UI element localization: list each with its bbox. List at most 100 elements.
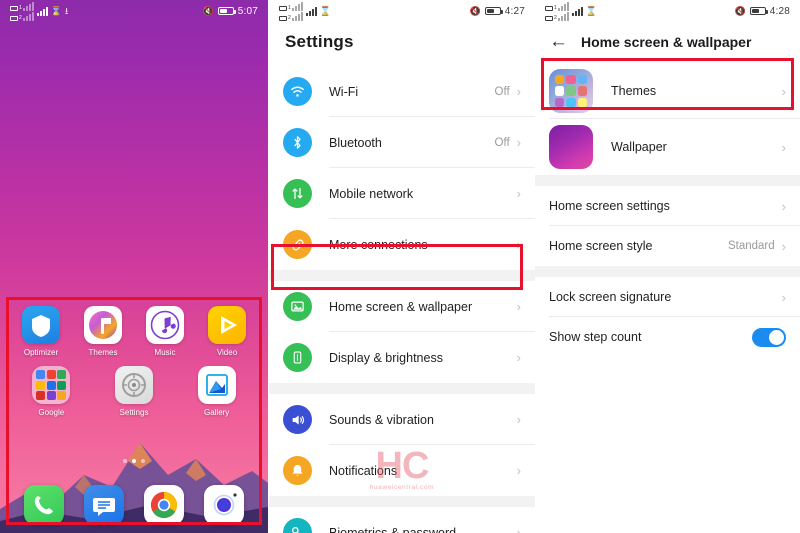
page-dot[interactable] xyxy=(141,459,145,463)
settings-item-sounds-vibration[interactable]: Sounds & vibration › xyxy=(269,394,535,445)
settings-item-bluetooth[interactable]: Bluetooth Off › xyxy=(269,117,535,168)
section-divider xyxy=(269,496,535,507)
silent-icon: 🔇 xyxy=(202,5,214,16)
chevron-right-icon: › xyxy=(516,412,521,427)
signal-bars-icon xyxy=(36,6,48,16)
bell-glyph xyxy=(292,464,303,476)
sub-item-wallpaper[interactable]: Wallpaper › xyxy=(535,119,800,175)
notifications-icon xyxy=(283,456,312,485)
sub-item-home-screen-settings[interactable]: Home screen settings › xyxy=(535,186,800,226)
app-video[interactable]: Video xyxy=(201,306,253,358)
phone-icon[interactable] xyxy=(24,485,64,525)
section-divider xyxy=(269,270,535,281)
app-optimizer[interactable]: Optimizer xyxy=(15,306,67,358)
settings-item-label: Display & brightness xyxy=(329,350,443,365)
home-screen-icon xyxy=(283,292,312,321)
settings-item-label: Mobile network xyxy=(329,186,414,201)
sub-item-home-screen-style[interactable]: Home screen style Standard › xyxy=(535,226,800,266)
link-glyph xyxy=(292,239,303,250)
page-title: Settings xyxy=(285,32,354,51)
app-themes[interactable]: Themes xyxy=(77,306,129,358)
settings-item-wifi[interactable]: Wi-Fi Off › xyxy=(269,66,535,117)
settings-icon xyxy=(114,366,153,404)
app-gallery[interactable]: Gallery xyxy=(191,366,243,418)
mobile-network-icon xyxy=(283,179,312,208)
sub-item-label: Show step count xyxy=(549,330,642,344)
chevron-right-icon: › xyxy=(516,525,521,533)
chevron-right-icon: › xyxy=(781,289,786,305)
page-dot-active[interactable] xyxy=(132,459,136,463)
home-dock xyxy=(0,485,268,525)
chevron-right-icon: › xyxy=(516,237,521,252)
settings-item-home-screen-wallpaper[interactable]: Home screen & wallpaper › xyxy=(269,281,535,332)
message-bubble-glyph xyxy=(93,498,115,516)
hourglass-icon: ⌛ xyxy=(585,5,597,16)
video-icon xyxy=(208,306,246,344)
settings-item-label: Bluetooth xyxy=(329,135,382,150)
messages-icon[interactable] xyxy=(84,485,124,525)
settings-item-label: Home screen & wallpaper xyxy=(329,299,473,314)
app-label: Video xyxy=(216,348,238,357)
chrome-icon[interactable] xyxy=(144,485,184,525)
play-triangle-glyph xyxy=(221,316,237,334)
chevron-right-icon: › xyxy=(781,139,786,155)
app-label: Themes xyxy=(88,348,118,357)
sub-header: ← Home screen & wallpaper xyxy=(535,22,800,63)
status-right-icons: 🔇 4:27 xyxy=(470,6,525,17)
settings-item-label: Wi-Fi xyxy=(329,84,359,99)
page-indicator-dots[interactable] xyxy=(0,459,268,463)
settings-item-display-brightness[interactable]: Display & brightness › xyxy=(269,332,535,383)
section-divider xyxy=(269,383,535,394)
app-settings[interactable]: Settings xyxy=(108,366,160,418)
back-arrow-icon[interactable]: ← xyxy=(549,32,568,51)
sub-item-show-step-count[interactable]: Show step count xyxy=(535,317,800,357)
chevron-right-icon: › xyxy=(516,186,521,201)
signal-bars-icon xyxy=(571,6,583,16)
sub-status-bar: 1 2 ⌛ 🔇 4:28 xyxy=(535,0,800,22)
section-divider xyxy=(535,266,800,277)
up-down-arrows-glyph xyxy=(292,187,303,200)
app-music[interactable]: Music xyxy=(139,306,191,358)
chevron-right-icon: › xyxy=(516,350,521,365)
app-google-folder[interactable]: Google xyxy=(25,366,77,418)
settings-item-notifications[interactable]: Notifications › xyxy=(269,445,535,496)
sub-item-label: Wallpaper xyxy=(611,140,667,154)
settings-item-more-connections[interactable]: More connections › xyxy=(269,219,535,270)
chevron-right-icon: › xyxy=(781,198,786,214)
settings-panel: 1 2 ⌛ 🔇 4:27 Settings Wi-Fi Off › Blueto… xyxy=(268,0,535,533)
home-screen-wallpaper-panel: 1 2 ⌛ 🔇 4:28 ← Home screen & wallpaper T… xyxy=(535,0,800,533)
page-dot[interactable] xyxy=(123,459,127,463)
status-right-icons: 🔇 5:07 xyxy=(203,6,258,17)
folder-mini-icons xyxy=(32,366,70,404)
wifi-icon xyxy=(283,77,312,106)
battery-icon xyxy=(749,7,768,15)
gallery-glyph xyxy=(205,374,228,396)
settings-item-mobile-network[interactable]: Mobile network › xyxy=(269,168,535,219)
page-title: Home screen & wallpaper xyxy=(581,33,752,50)
status-left-icons: 1 2 ⌛ xyxy=(545,1,597,21)
sub-item-lock-screen-signature[interactable]: Lock screen signature › xyxy=(535,277,800,317)
wifi-glyph xyxy=(291,86,304,97)
themes-glyph xyxy=(89,311,117,339)
silent-icon: 🔇 xyxy=(734,5,746,16)
google-folder-icon xyxy=(32,366,71,404)
status-left-icons: 1 2 ⌛ ⭳ xyxy=(10,1,68,21)
settings-item-value: Off xyxy=(494,85,510,98)
battery-icon xyxy=(484,7,503,15)
themes-tile-icon xyxy=(549,69,593,113)
bluetooth-icon xyxy=(283,128,312,157)
battery-icon xyxy=(217,7,236,15)
sub-item-label: Themes xyxy=(611,84,657,98)
app-label: Optimizer xyxy=(23,348,59,357)
settings-item-value: Off xyxy=(494,136,510,149)
sub-item-themes[interactable]: Themes › xyxy=(535,63,800,119)
camera-icon[interactable] xyxy=(204,485,244,525)
status-time: 4:28 xyxy=(769,5,790,17)
phone-brightness-glyph xyxy=(293,351,302,364)
bluetooth-glyph xyxy=(294,136,301,149)
screenshot-root: 1 2 ⌛ ⭳ 🔇 5:07 Optimizer Themes Music Vi… xyxy=(0,0,800,533)
settings-item-label: More connections xyxy=(329,237,428,252)
show-step-count-toggle[interactable] xyxy=(752,327,786,347)
settings-item-biometrics-password[interactable]: Biometrics & password › xyxy=(269,507,535,533)
optimizer-icon xyxy=(22,306,60,344)
